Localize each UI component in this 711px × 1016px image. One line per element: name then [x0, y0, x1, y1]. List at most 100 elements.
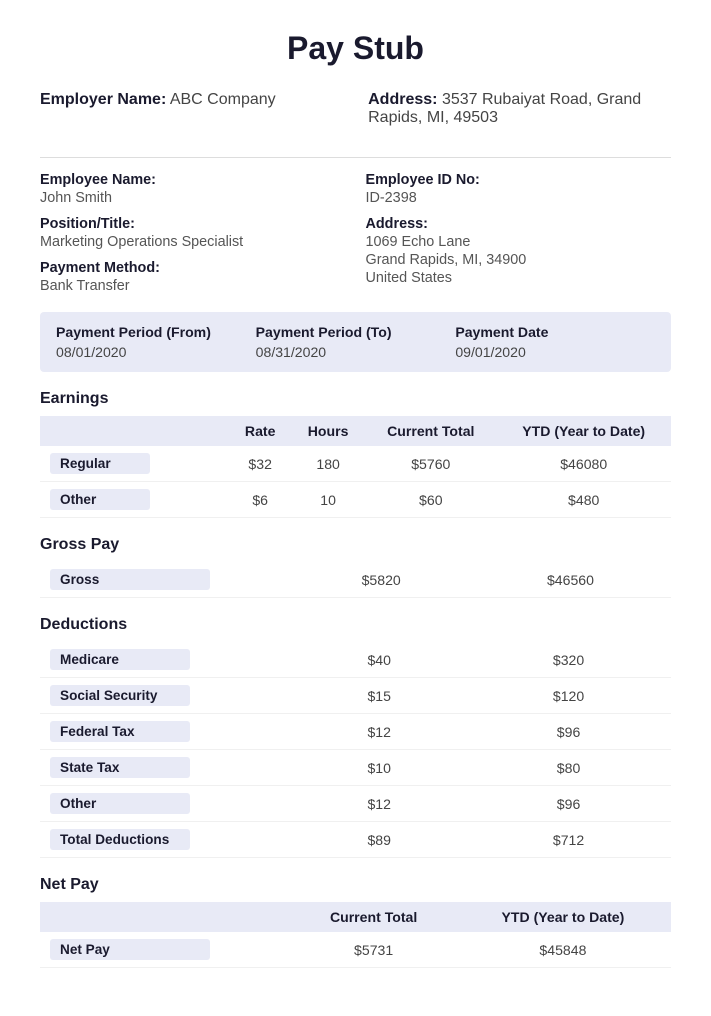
deductions-row-label: Federal Tax: [50, 721, 190, 742]
employee-position-cell: Position/Title: Marketing Operations Spe…: [40, 216, 346, 250]
earnings-row-current: $60: [365, 482, 496, 518]
net-pay-table: Current Total YTD (Year to Date) Net Pay…: [40, 902, 671, 968]
deductions-row-ytd: $96: [466, 786, 671, 822]
payment-period-from-label: Payment Period (From): [56, 324, 256, 340]
deductions-row-label-cell: Medicare: [40, 642, 292, 678]
net-pay-header-row: Current Total YTD (Year to Date): [40, 902, 671, 932]
earnings-row: Regular $32 180 $5760 $46080: [40, 446, 671, 482]
deductions-row-label: Other: [50, 793, 190, 814]
employee-payment-method-cell: Payment Method: Bank Transfer: [40, 260, 346, 294]
gross-pay-section-title: Gross Pay: [40, 536, 671, 554]
payment-period-to-cell: Payment Period (To) 08/31/2020: [256, 324, 456, 360]
employee-address-cell: Address: 1069 Echo Lane Grand Rapids, MI…: [366, 216, 672, 294]
earnings-row-label-cell: Regular: [40, 446, 229, 482]
earnings-row: Other $6 10 $60 $480: [40, 482, 671, 518]
deductions-row-current: $12: [292, 714, 466, 750]
earnings-row-label-cell: Other: [40, 482, 229, 518]
net-pay-section-title: Net Pay: [40, 876, 671, 894]
deductions-row-ytd: $96: [466, 714, 671, 750]
employee-info-grid: Employee Name: John Smith Employee ID No…: [40, 157, 671, 294]
deductions-row-current: $10: [292, 750, 466, 786]
page-title: Pay Stub: [40, 30, 671, 67]
earnings-row-hours: 180: [291, 446, 365, 482]
deductions-row-current: $40: [292, 642, 466, 678]
employee-name-label: Employee Name:: [40, 172, 346, 188]
employee-address-line3: United States: [366, 270, 672, 286]
employer-address-block: Address: 3537 Rubaiyat Road, Grand Rapid…: [368, 91, 671, 127]
employee-id-label: Employee ID No:: [366, 172, 672, 188]
earnings-col-hours: Hours: [291, 416, 365, 446]
earnings-row-label: Other: [50, 489, 150, 510]
earnings-row-hours: 10: [291, 482, 365, 518]
earnings-col-empty: [40, 416, 229, 446]
deductions-row-label: Social Security: [50, 685, 190, 706]
employee-name-value: John Smith: [40, 190, 346, 206]
employee-position-label: Position/Title:: [40, 216, 346, 232]
deductions-row: Medicare $40 $320: [40, 642, 671, 678]
net-pay-row: Net Pay $5731 $45848: [40, 932, 671, 968]
employee-payment-method-label: Payment Method:: [40, 260, 346, 276]
employer-name-value: ABC Company: [170, 91, 276, 108]
deductions-row: Social Security $15 $120: [40, 678, 671, 714]
employer-name-block: Employer Name: ABC Company: [40, 91, 343, 109]
employee-id-cell: Employee ID No: ID-2398: [366, 172, 672, 206]
deductions-row-ytd: $712: [466, 822, 671, 858]
net-pay-col-current: Current Total: [292, 902, 454, 932]
payment-period-to-label: Payment Period (To): [256, 324, 456, 340]
earnings-table: Rate Hours Current Total YTD (Year to Da…: [40, 416, 671, 518]
deductions-row-ytd: $320: [466, 642, 671, 678]
deductions-row-label: State Tax: [50, 757, 190, 778]
payment-period-bar: Payment Period (From) 08/01/2020 Payment…: [40, 312, 671, 372]
employee-id-value: ID-2398: [366, 190, 672, 206]
deductions-row-ytd: $80: [466, 750, 671, 786]
deductions-section-title: Deductions: [40, 616, 671, 634]
payment-period-from-cell: Payment Period (From) 08/01/2020: [56, 324, 256, 360]
net-pay-current: $5731: [292, 932, 454, 968]
deductions-row: State Tax $10 $80: [40, 750, 671, 786]
deductions-row-label-cell: Other: [40, 786, 292, 822]
deductions-row-current: $89: [292, 822, 466, 858]
gross-pay-label: Gross: [50, 569, 210, 590]
earnings-row-rate: $32: [229, 446, 291, 482]
earnings-row-ytd: $46080: [496, 446, 671, 482]
payment-period-to-value: 08/31/2020: [256, 344, 456, 360]
gross-pay-label-cell: Gross: [40, 562, 292, 598]
deductions-row-ytd: $120: [466, 678, 671, 714]
employee-address-label: Address:: [366, 216, 672, 232]
deductions-row: Other $12 $96: [40, 786, 671, 822]
earnings-header-row: Rate Hours Current Total YTD (Year to Da…: [40, 416, 671, 446]
earnings-row-label: Regular: [50, 453, 150, 474]
deductions-row-current: $12: [292, 786, 466, 822]
earnings-row-ytd: $480: [496, 482, 671, 518]
net-pay-label-cell: Net Pay: [40, 932, 292, 968]
deductions-row-label-cell: Federal Tax: [40, 714, 292, 750]
payment-period-from-value: 08/01/2020: [56, 344, 256, 360]
employer-section: Employer Name: ABC Company Address: 3537…: [40, 91, 671, 137]
gross-pay-row: Gross $5820 $46560: [40, 562, 671, 598]
payment-date-cell: Payment Date 09/01/2020: [455, 324, 655, 360]
earnings-col-ytd: YTD (Year to Date): [496, 416, 671, 446]
gross-pay-ytd: $46560: [470, 562, 671, 598]
earnings-col-current: Current Total: [365, 416, 496, 446]
earnings-col-rate: Rate: [229, 416, 291, 446]
employer-name-label: Employer Name:: [40, 91, 166, 108]
employee-payment-method-value: Bank Transfer: [40, 278, 346, 294]
gross-pay-table: Gross $5820 $46560: [40, 562, 671, 598]
deductions-row-label-cell: Total Deductions: [40, 822, 292, 858]
earnings-section-title: Earnings: [40, 390, 671, 408]
payment-date-value: 09/01/2020: [455, 344, 655, 360]
net-pay-label: Net Pay: [50, 939, 210, 960]
earnings-row-rate: $6: [229, 482, 291, 518]
net-pay-col-ytd: YTD (Year to Date): [455, 902, 671, 932]
earnings-row-current: $5760: [365, 446, 496, 482]
gross-pay-current: $5820: [292, 562, 470, 598]
employee-address-line1: 1069 Echo Lane: [366, 234, 672, 250]
net-pay-col-empty: [40, 902, 292, 932]
employee-name-cell: Employee Name: John Smith: [40, 172, 346, 206]
net-pay-ytd: $45848: [455, 932, 671, 968]
payment-date-label: Payment Date: [455, 324, 655, 340]
deductions-row-label: Total Deductions: [50, 829, 190, 850]
deductions-row-label-cell: State Tax: [40, 750, 292, 786]
deductions-row-current: $15: [292, 678, 466, 714]
deductions-table: Medicare $40 $320 Social Security $15 $1…: [40, 642, 671, 858]
